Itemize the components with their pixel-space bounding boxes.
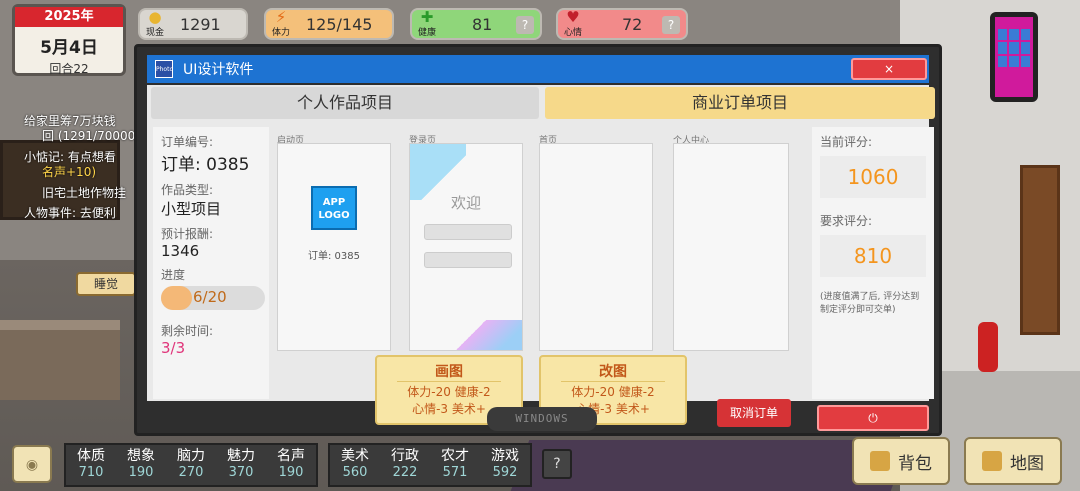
progress-fill [161,286,193,310]
draw-title: 画图 [397,361,501,382]
photo-app-icon: Photo [155,60,173,78]
attribute-item: 体质 710 [77,448,105,480]
fire-extinguisher [978,322,998,372]
heart-icon: ♥ 心情 [563,8,582,39]
password-field [424,252,512,268]
progress-label: 进度 [161,268,186,282]
health-value: 81 [472,14,493,34]
attribute-item: 名声 190 [277,448,305,480]
app-logo: APP LOGO [311,186,357,230]
attribute-group-2: 美术 560 行政 222 农才 571 游戏 592 [328,443,532,487]
task-item[interactable]: 旧宅土地作物挂 [42,184,126,201]
bottom-bar: ◉ 体质 710 想象 190 脑力 270 魅力 370 名声 190 美术 560 行政… [0,439,580,491]
window-content: 个人作品项目 商业订单项目 订单编号: 订单: 0385 作品类型: 小型项目 … [147,85,935,427]
health-help-button[interactable]: ? [516,16,534,34]
reward-value: 1346 [161,242,200,260]
order-info-panel: 订单编号: 订单: 0385 作品类型: 小型项目 预计报酬: 1346 进度 … [153,127,269,399]
app-window: Photo UI设计软件 × 个人作品项目 商业订单项目 订单编号: 订单: 0… [134,44,942,436]
sleep-button[interactable]: 睡觉 [76,272,136,296]
task-item-detail: 名声+10) [42,165,97,179]
project-type-value: 小型项目 [161,200,222,218]
door[interactable] [1020,165,1060,335]
window-taskbar: WINDOWS ⏻ [147,405,929,431]
window-titlebar: Photo UI设计软件 × [147,55,929,83]
revise-title: 改图 [561,361,665,382]
health-cross-icon: ✚ 健康 [417,8,436,39]
order-id-value: 订单: 0385 [161,155,250,175]
power-button[interactable]: ⏻ [817,405,929,431]
remaining-time-value: 3/3 [161,339,186,357]
attribute-item: 农才 571 [441,448,469,480]
attribute-item: 魅力 370 [227,448,255,480]
cash-stat: ● 现金 1291 [138,8,248,40]
attribute-item: 想象 190 [127,448,155,480]
backpack-button[interactable]: 背包 [852,437,950,485]
turn-label: 回合22 [49,62,89,76]
window-title: UI设计软件 [183,62,254,78]
health-stat: ✚ 健康 81 ? [410,8,542,40]
score-panel: 当前评分: 1060 要求评分: 810 (进度值满了后, 评分达到制定评分即可… [812,127,934,399]
splash-page-card: APP LOGO 订单: 0385 [277,143,391,351]
required-score-label: 要求评分: [820,214,873,228]
stamina-stat: ⚡ 体力 125/145 [264,8,394,40]
close-button[interactable]: × [851,58,927,80]
username-field [424,224,512,240]
date-label: 5月4日 [40,38,98,58]
task-panel: 给家里筹7万块钱 回 (1291/70000 小惦记: 有点想看 名声+10) … [0,82,140,222]
backpack-label: 背包 [898,453,932,474]
attribute-item: 行政 222 [391,448,419,480]
task-item[interactable]: 人物事件: 去便利 [24,204,116,221]
progress-bar: 6/20 [161,286,265,310]
windows-button[interactable]: WINDOWS [487,407,597,431]
current-score-label: 当前评分: [820,135,873,149]
progress-value: 6/20 [193,288,227,306]
task-item-detail: 回 (1291/70000 [42,129,136,143]
required-score-value: 810 [820,235,926,277]
bed[interactable] [0,320,120,400]
current-score-value: 1060 [820,156,926,198]
map-button[interactable]: 地图 [964,437,1062,485]
splash-caption: 订单: 0385 [308,251,360,262]
remaining-time-label: 剩余时间: [161,324,214,338]
backpack-icon [870,451,890,471]
home-page-card [539,143,653,351]
tab-personal-projects[interactable]: 个人作品项目 [151,87,539,119]
login-page-card: 欢迎 [409,143,523,351]
mood-help-button[interactable]: ? [662,16,680,34]
order-id-label: 订单编号: [161,135,214,149]
profile-page-card [673,143,789,351]
phone-button[interactable] [990,12,1038,102]
revise-cost: 体力-20 健康-2 [571,385,655,399]
stamina-value: 125/145 [306,14,373,34]
date-panel: 2025年 5月4日 回合22 [12,4,126,76]
attribute-item: 游戏 592 [491,448,519,480]
login-gradient-decoration [442,320,522,350]
tab-business-orders[interactable]: 商业订单项目 [545,87,935,119]
lightning-icon: ⚡ 体力 [271,8,290,39]
year-label: 2025年 [15,7,123,27]
welcome-text: 欢迎 [450,194,481,212]
map-icon [982,451,1002,471]
coin-icon: ● 现金 [145,8,164,39]
attributes-help-button[interactable]: ? [542,449,572,479]
reward-label: 预计报酬: [161,227,214,241]
map-label: 地图 [1010,453,1044,474]
draw-cost: 体力-20 健康-2 [407,385,491,399]
mood-stat: ♥ 心情 72 ? [556,8,688,40]
attribute-item: 脑力 270 [177,448,205,480]
attribute-group-1: 体质 710 想象 190 脑力 270 魅力 370 名声 190 [64,443,318,487]
score-note: (进度值满了后, 评分达到制定评分即可交单) [820,292,920,315]
project-type-label: 作品类型: [161,183,214,197]
attribute-item: 美术 560 [341,448,369,480]
cash-value: 1291 [180,14,221,34]
phone-screen [995,17,1033,97]
mood-value: 72 [622,14,643,34]
eye-icon[interactable]: ◉ [12,445,52,483]
